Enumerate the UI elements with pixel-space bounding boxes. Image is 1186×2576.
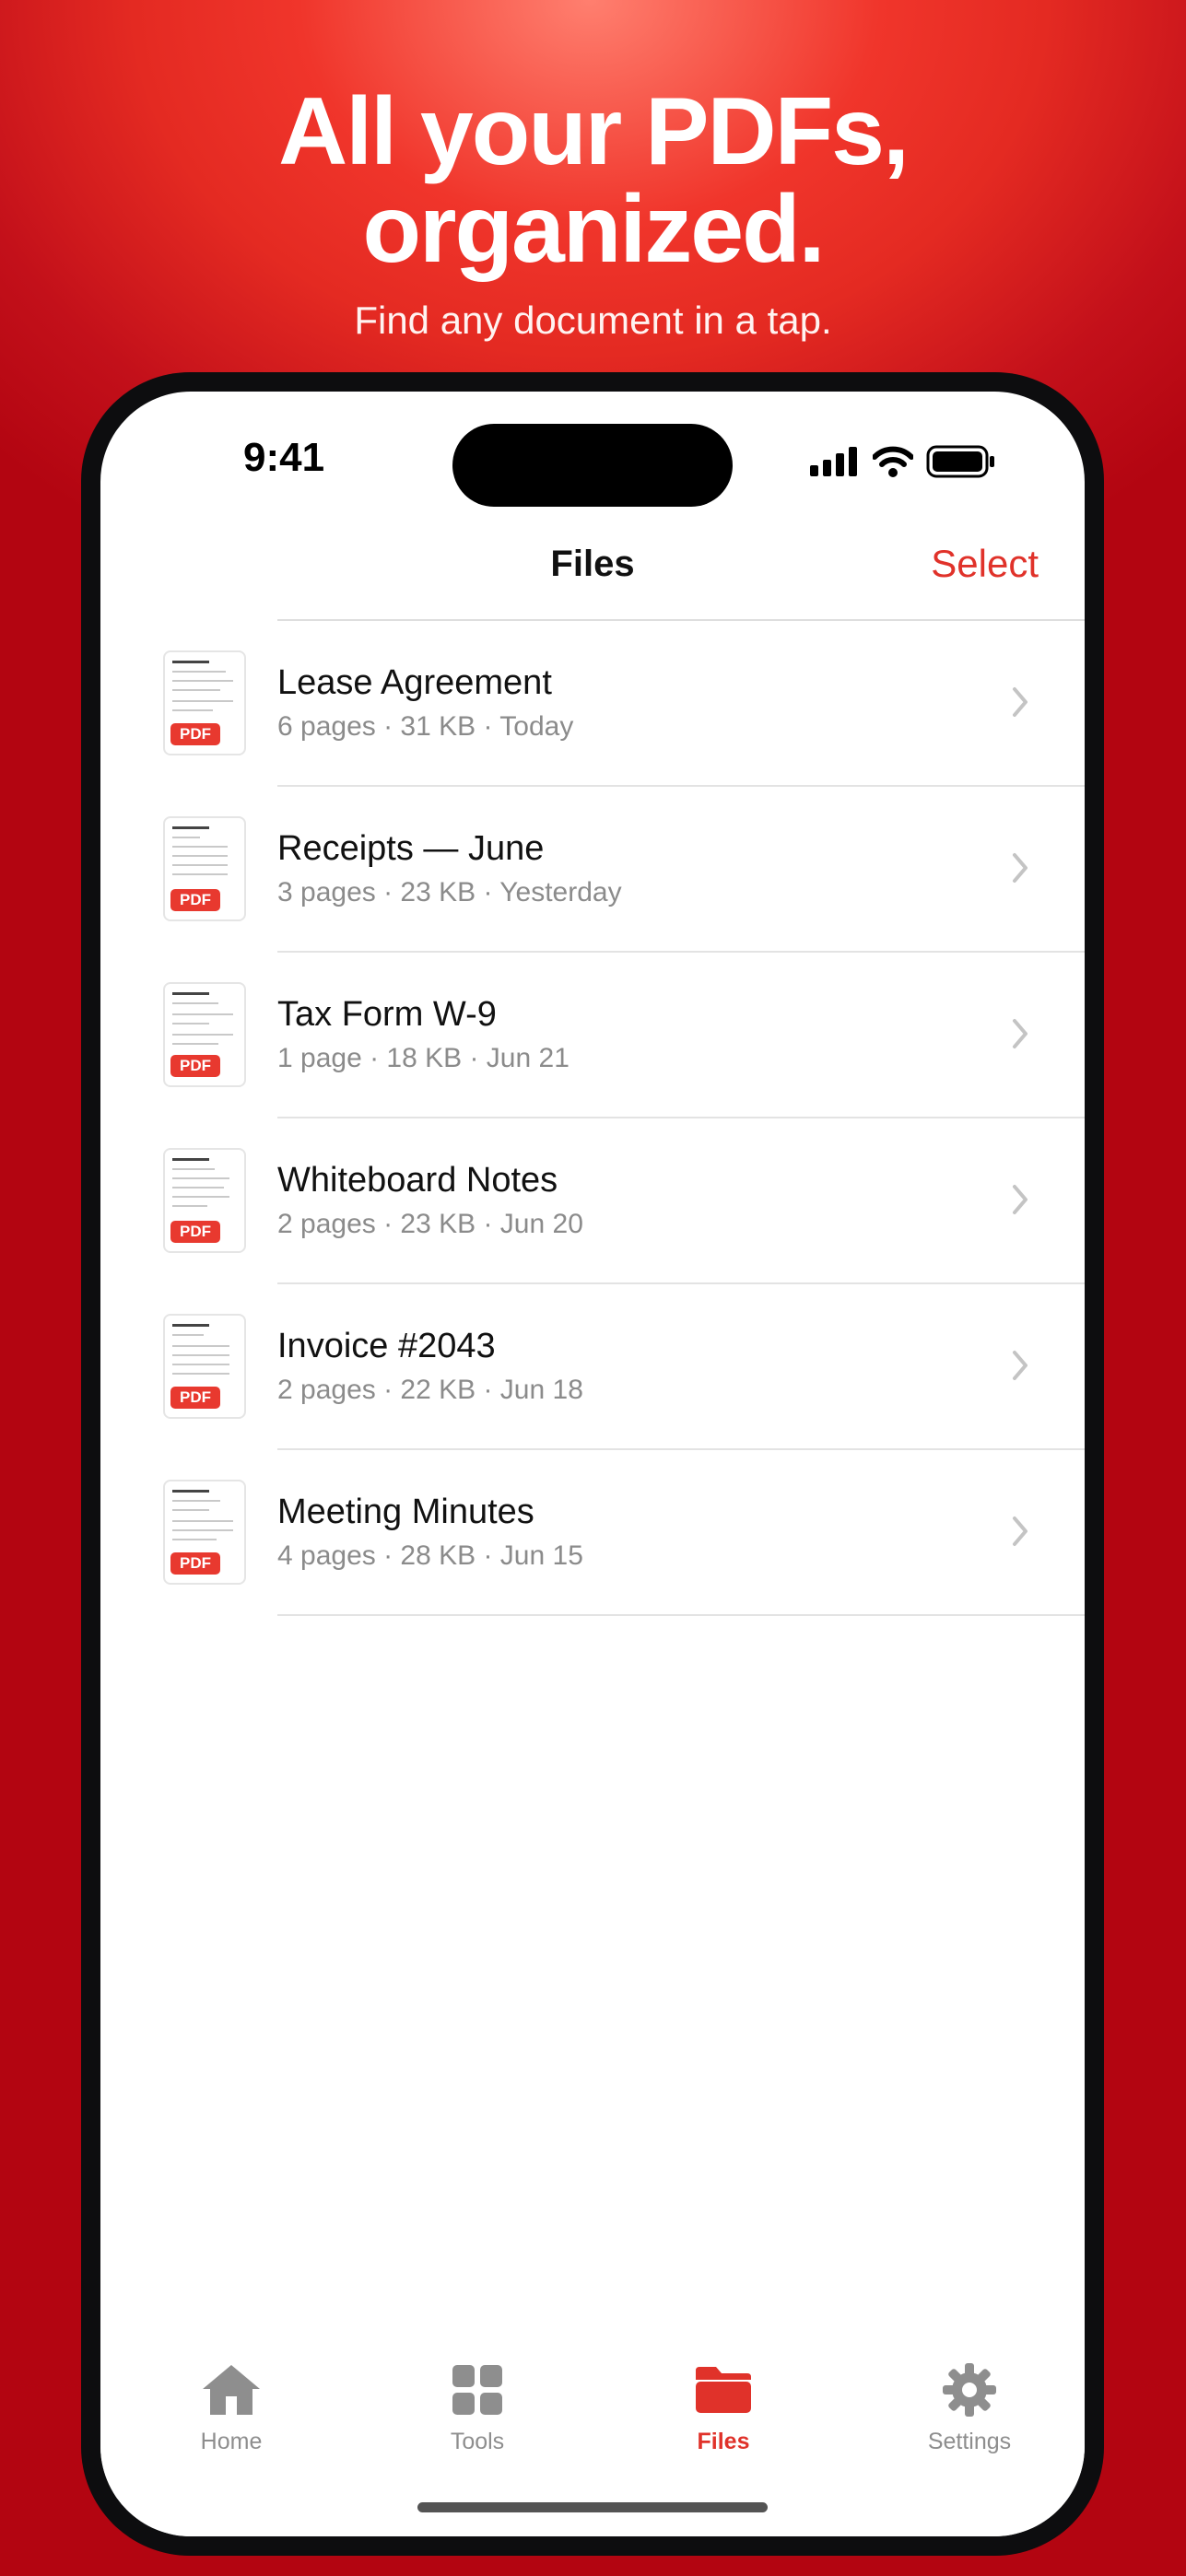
file-meta: 3 pages · 23 KB · Yesterday bbox=[277, 877, 622, 907]
phone-frame: 9:41 Files Select PDF Lease Agreement 6 … bbox=[81, 372, 1104, 2556]
folder-icon bbox=[696, 2367, 751, 2413]
file-meta: 6 pages · 31 KB · Today bbox=[277, 711, 574, 742]
pdf-thumbnail: PDF bbox=[163, 650, 246, 755]
tab-files[interactable]: Files bbox=[631, 2361, 816, 2455]
hero-title-line2: organized. bbox=[362, 176, 825, 283]
file-row-whiteboard-notes[interactable]: PDF Whiteboard Notes 2 pages · 23 KB · J… bbox=[100, 1118, 1085, 1284]
pdf-thumbnail: PDF bbox=[163, 1148, 246, 1253]
hero-title: All your PDFs, organized. bbox=[0, 83, 1186, 278]
house-icon bbox=[203, 2365, 260, 2415]
grid-icon bbox=[452, 2365, 502, 2415]
tab-home[interactable]: Home bbox=[139, 2361, 323, 2455]
pdf-thumbnail: PDF bbox=[163, 816, 246, 921]
file-list: PDF Lease Agreement 6 pages · 31 KB · To… bbox=[100, 621, 1085, 1616]
file-name: Lease Agreement bbox=[277, 663, 552, 702]
pdf-badge: PDF bbox=[170, 889, 220, 911]
hero: All your PDFs, organized. Find any docum… bbox=[0, 83, 1186, 343]
chevron-right-icon bbox=[1013, 1516, 1027, 1546]
chevron-right-icon bbox=[1013, 1185, 1027, 1214]
file-meta: 1 page · 18 KB · Jun 21 bbox=[277, 1043, 570, 1073]
file-name: Meeting Minutes bbox=[277, 1493, 534, 1531]
file-name: Invoice #2043 bbox=[277, 1327, 496, 1365]
pdf-badge: PDF bbox=[170, 723, 220, 745]
tab-tools[interactable]: Tools bbox=[385, 2361, 570, 2455]
pdf-thumbnail: PDF bbox=[163, 1314, 246, 1419]
chevron-right-icon bbox=[1013, 687, 1027, 717]
file-name: Receipts — June bbox=[277, 829, 545, 868]
dynamic-island bbox=[452, 424, 733, 507]
file-row-meeting-minutes[interactable]: PDF Meeting Minutes 4 pages · 28 KB · Ju… bbox=[100, 1450, 1085, 1616]
file-meta: 4 pages · 28 KB · Jun 15 bbox=[277, 1540, 583, 1571]
file-row-invoice-2043[interactable]: PDF Invoice #2043 2 pages · 22 KB · Jun … bbox=[100, 1284, 1085, 1450]
tab-label: Settings bbox=[927, 2429, 1012, 2454]
file-row-lease-agreement[interactable]: PDF Lease Agreement 6 pages · 31 KB · To… bbox=[100, 621, 1085, 787]
file-name: Tax Form W-9 bbox=[277, 995, 497, 1034]
file-name: Whiteboard Notes bbox=[277, 1161, 558, 1200]
pdf-thumbnail: PDF bbox=[163, 1480, 246, 1585]
pdf-badge: PDF bbox=[170, 1055, 220, 1077]
wifi-icon bbox=[873, 446, 913, 477]
battery-icon bbox=[926, 445, 994, 478]
tab-label: Home bbox=[200, 2429, 263, 2454]
status-time: 9:41 bbox=[243, 435, 325, 480]
chevron-right-icon bbox=[1013, 1351, 1027, 1380]
select-button[interactable]: Select bbox=[931, 542, 1039, 586]
chevron-right-icon bbox=[1013, 853, 1027, 883]
file-row-receipts-june[interactable]: PDF Receipts — June 3 pages · 23 KB · Ye… bbox=[100, 787, 1085, 953]
pdf-thumbnail: PDF bbox=[163, 982, 246, 1087]
file-meta: 2 pages · 22 KB · Jun 18 bbox=[277, 1375, 583, 1405]
phone-screen: 9:41 Files Select PDF Lease Agreement 6 … bbox=[100, 392, 1085, 2536]
pdf-badge: PDF bbox=[170, 1552, 220, 1575]
signal-icon bbox=[810, 447, 857, 476]
chevron-right-icon bbox=[1013, 1019, 1027, 1048]
home-indicator[interactable] bbox=[417, 2502, 768, 2512]
status-icons bbox=[810, 445, 996, 478]
file-row-tax-form-w9[interactable]: PDF Tax Form W-9 1 page · 18 KB · Jun 21 bbox=[100, 953, 1085, 1118]
pdf-badge: PDF bbox=[170, 1221, 220, 1243]
tab-label: Files bbox=[697, 2429, 750, 2454]
hero-title-line1: All your PDFs, bbox=[278, 78, 910, 185]
hero-subtitle: Find any document in a tap. bbox=[354, 299, 832, 342]
gear-icon bbox=[943, 2363, 996, 2417]
file-meta: 2 pages · 23 KB · Jun 20 bbox=[277, 1209, 583, 1239]
tab-settings[interactable]: Settings bbox=[877, 2361, 1062, 2455]
pdf-badge: PDF bbox=[170, 1387, 220, 1409]
tab-label: Tools bbox=[450, 2429, 505, 2454]
